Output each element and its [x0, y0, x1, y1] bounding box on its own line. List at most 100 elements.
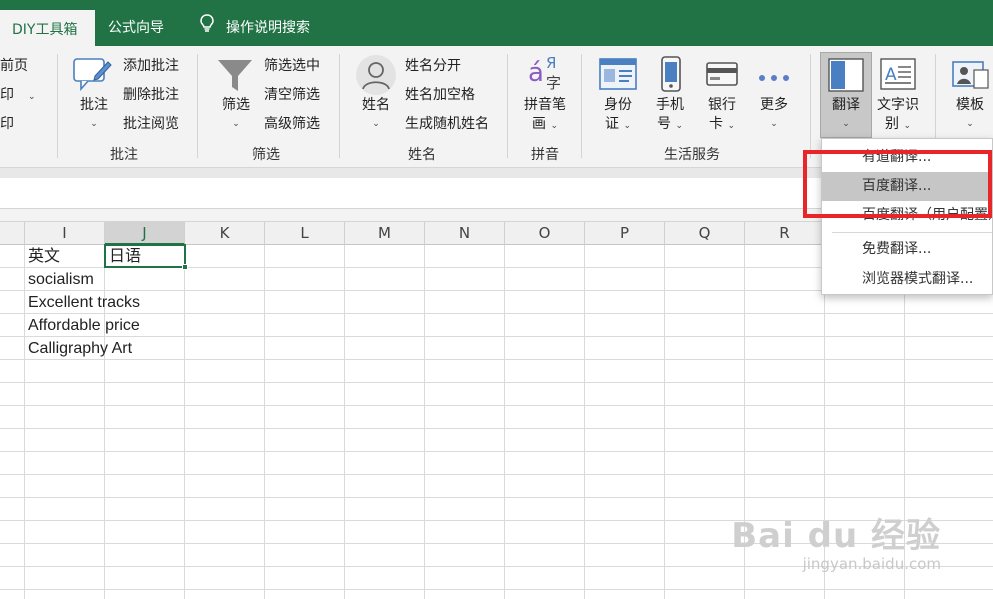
- group-separator: [581, 54, 582, 158]
- fill-handle[interactable]: [182, 264, 188, 270]
- pinyin-icon-letter: á: [528, 58, 544, 88]
- column-header-l[interactable]: L: [265, 222, 345, 245]
- filter-selected-button[interactable]: 筛选选中: [264, 54, 320, 78]
- comment-group-label: 批注: [110, 147, 138, 163]
- help-search-label: 操作说明搜索: [226, 20, 310, 36]
- ocr-icon: A: [880, 58, 916, 94]
- ocr-label-1: 文字识: [877, 97, 919, 113]
- more-button[interactable]: 更多 ⌄: [752, 96, 796, 134]
- column-header-j[interactable]: J: [105, 222, 185, 245]
- ocr-button[interactable]: 文字识别 ⌄: [872, 96, 924, 136]
- funnel-icon: [217, 58, 253, 98]
- bank-card-button[interactable]: 银行卡 ⌄: [700, 96, 744, 136]
- mobile-phone-icon: [660, 56, 682, 96]
- more-dots-icon: [758, 70, 790, 86]
- print-front-page-button[interactable]: 前页: [0, 54, 28, 78]
- pinyin-icon: á Я 字: [528, 54, 568, 94]
- clear-filter-button[interactable]: 清空筛选: [264, 83, 320, 107]
- baidu-jingyan-watermark: Bai du 经验 jingyan.baidu.com: [731, 508, 941, 573]
- chevron-down-icon: ⌄: [727, 121, 735, 131]
- group-separator: [339, 54, 340, 158]
- chevron-down-icon: ⌄: [623, 121, 631, 131]
- pinyin-group-label: 拼音: [531, 147, 559, 163]
- cell-english-2[interactable]: Excellent tracks: [28, 291, 140, 314]
- column-header-q[interactable]: Q: [665, 222, 745, 245]
- translate-button[interactable]: 翻译 ⌄: [824, 96, 868, 134]
- print-label-1: 印: [0, 87, 14, 103]
- group-separator: [197, 54, 198, 158]
- random-name-button[interactable]: 生成随机姓名: [405, 112, 489, 136]
- bank-card-icon: [706, 62, 738, 90]
- review-comment-button[interactable]: 批注阅览: [123, 112, 179, 136]
- life-group-label: 生活服务: [664, 147, 720, 163]
- add-comment-button[interactable]: 添加批注: [123, 54, 179, 78]
- name-big-label: 姓名: [362, 97, 390, 113]
- column-header-r[interactable]: R: [745, 222, 825, 245]
- cell-i1-english-header[interactable]: 英文: [28, 245, 60, 268]
- print-button-2[interactable]: 印: [0, 112, 14, 136]
- bank-label-2: 卡: [709, 116, 723, 132]
- advanced-filter-button[interactable]: 高级筛选: [264, 112, 320, 136]
- filter-big-button[interactable]: 筛选 ⌄: [214, 96, 258, 134]
- phone-number-button[interactable]: 手机号 ⌄: [648, 96, 692, 136]
- avatar-icon: [355, 54, 397, 100]
- chevron-down-icon: ⌄: [28, 92, 36, 102]
- translate-icon: [828, 58, 864, 96]
- group-separator: [507, 54, 508, 158]
- watermark-url-text: jingyan.baidu.com: [802, 555, 941, 573]
- pinyin-big-label-1: 拼音笔: [524, 97, 566, 113]
- menu-separator: [832, 232, 992, 233]
- column-header-p[interactable]: P: [585, 222, 665, 245]
- cell-english-3[interactable]: Affordable price: [28, 314, 140, 337]
- split-name-button[interactable]: 姓名分开: [405, 54, 461, 78]
- chevron-down-icon: ⌄: [372, 119, 380, 129]
- tab-help-search[interactable]: 操作说明搜索: [200, 10, 310, 46]
- id-card-label-2: 证: [605, 116, 619, 132]
- template-button[interactable]: 模板 ⌄: [948, 96, 992, 134]
- cell-english-4[interactable]: Calligraphy Art: [28, 337, 132, 360]
- id-card-button[interactable]: 身份证 ⌄: [596, 96, 640, 136]
- print-button-1[interactable]: 印 ⌄: [0, 83, 36, 107]
- phone-label-1: 手机: [656, 97, 684, 113]
- column-header-n[interactable]: N: [425, 222, 505, 245]
- group-separator: [57, 54, 58, 158]
- chevron-down-icon: ⌄: [770, 119, 778, 129]
- cell-english-1[interactable]: socialism: [28, 268, 94, 291]
- name-big-button[interactable]: 姓名 ⌄: [354, 96, 398, 134]
- pinyin-stroke-button[interactable]: 拼音笔画 ⌄: [518, 96, 572, 136]
- comment-big-button[interactable]: 批注 ⌄: [72, 96, 116, 134]
- chevron-down-icon: ⌄: [232, 119, 240, 129]
- column-header-o[interactable]: O: [505, 222, 585, 245]
- column-header-i[interactable]: I: [25, 222, 105, 245]
- chevron-down-icon: ⌄: [675, 121, 683, 131]
- delete-comment-button[interactable]: 删除批注: [123, 83, 179, 107]
- svg-text:A: A: [885, 65, 897, 85]
- pinyin-icon-char: 字: [546, 74, 562, 92]
- template-icon: [952, 58, 990, 94]
- more-label: 更多: [760, 97, 788, 113]
- chevron-down-icon: ⌄: [90, 119, 98, 129]
- tab-formula-wizard[interactable]: 公式向导: [108, 10, 164, 46]
- column-header-m[interactable]: M: [345, 222, 425, 245]
- translate-label: 翻译: [832, 97, 860, 113]
- chevron-down-icon: ⌄: [903, 121, 911, 131]
- menu-item-free-translate[interactable]: 免费翻译...: [822, 235, 992, 264]
- column-header-k[interactable]: K: [185, 222, 265, 245]
- name-add-space-button[interactable]: 姓名加空格: [405, 83, 475, 107]
- pinyin-big-label-2: 画: [532, 116, 546, 132]
- watermark-main-text: Bai du 经验: [731, 516, 941, 556]
- chevron-down-icon: ⌄: [842, 119, 850, 129]
- chevron-down-icon: ⌄: [966, 119, 974, 129]
- comment-big-label: 批注: [80, 97, 108, 113]
- id-card-icon: [599, 58, 637, 94]
- highlight-annotation-box: [803, 150, 992, 218]
- ribbon-tab-bar: DIY工具箱 公式向导 操作说明搜索: [0, 0, 993, 46]
- bank-label-1: 银行: [708, 97, 736, 113]
- menu-item-browser-mode-translate[interactable]: 浏览器模式翻译...: [822, 265, 992, 294]
- name-group-label: 姓名: [408, 147, 436, 163]
- pinyin-icon-ya: Я: [546, 54, 557, 72]
- chevron-down-icon: ⌄: [550, 121, 558, 131]
- tab-diy-toolbox[interactable]: DIY工具箱: [0, 10, 95, 46]
- column-header-partial[interactable]: [0, 222, 25, 245]
- active-cell-selection: [104, 244, 186, 268]
